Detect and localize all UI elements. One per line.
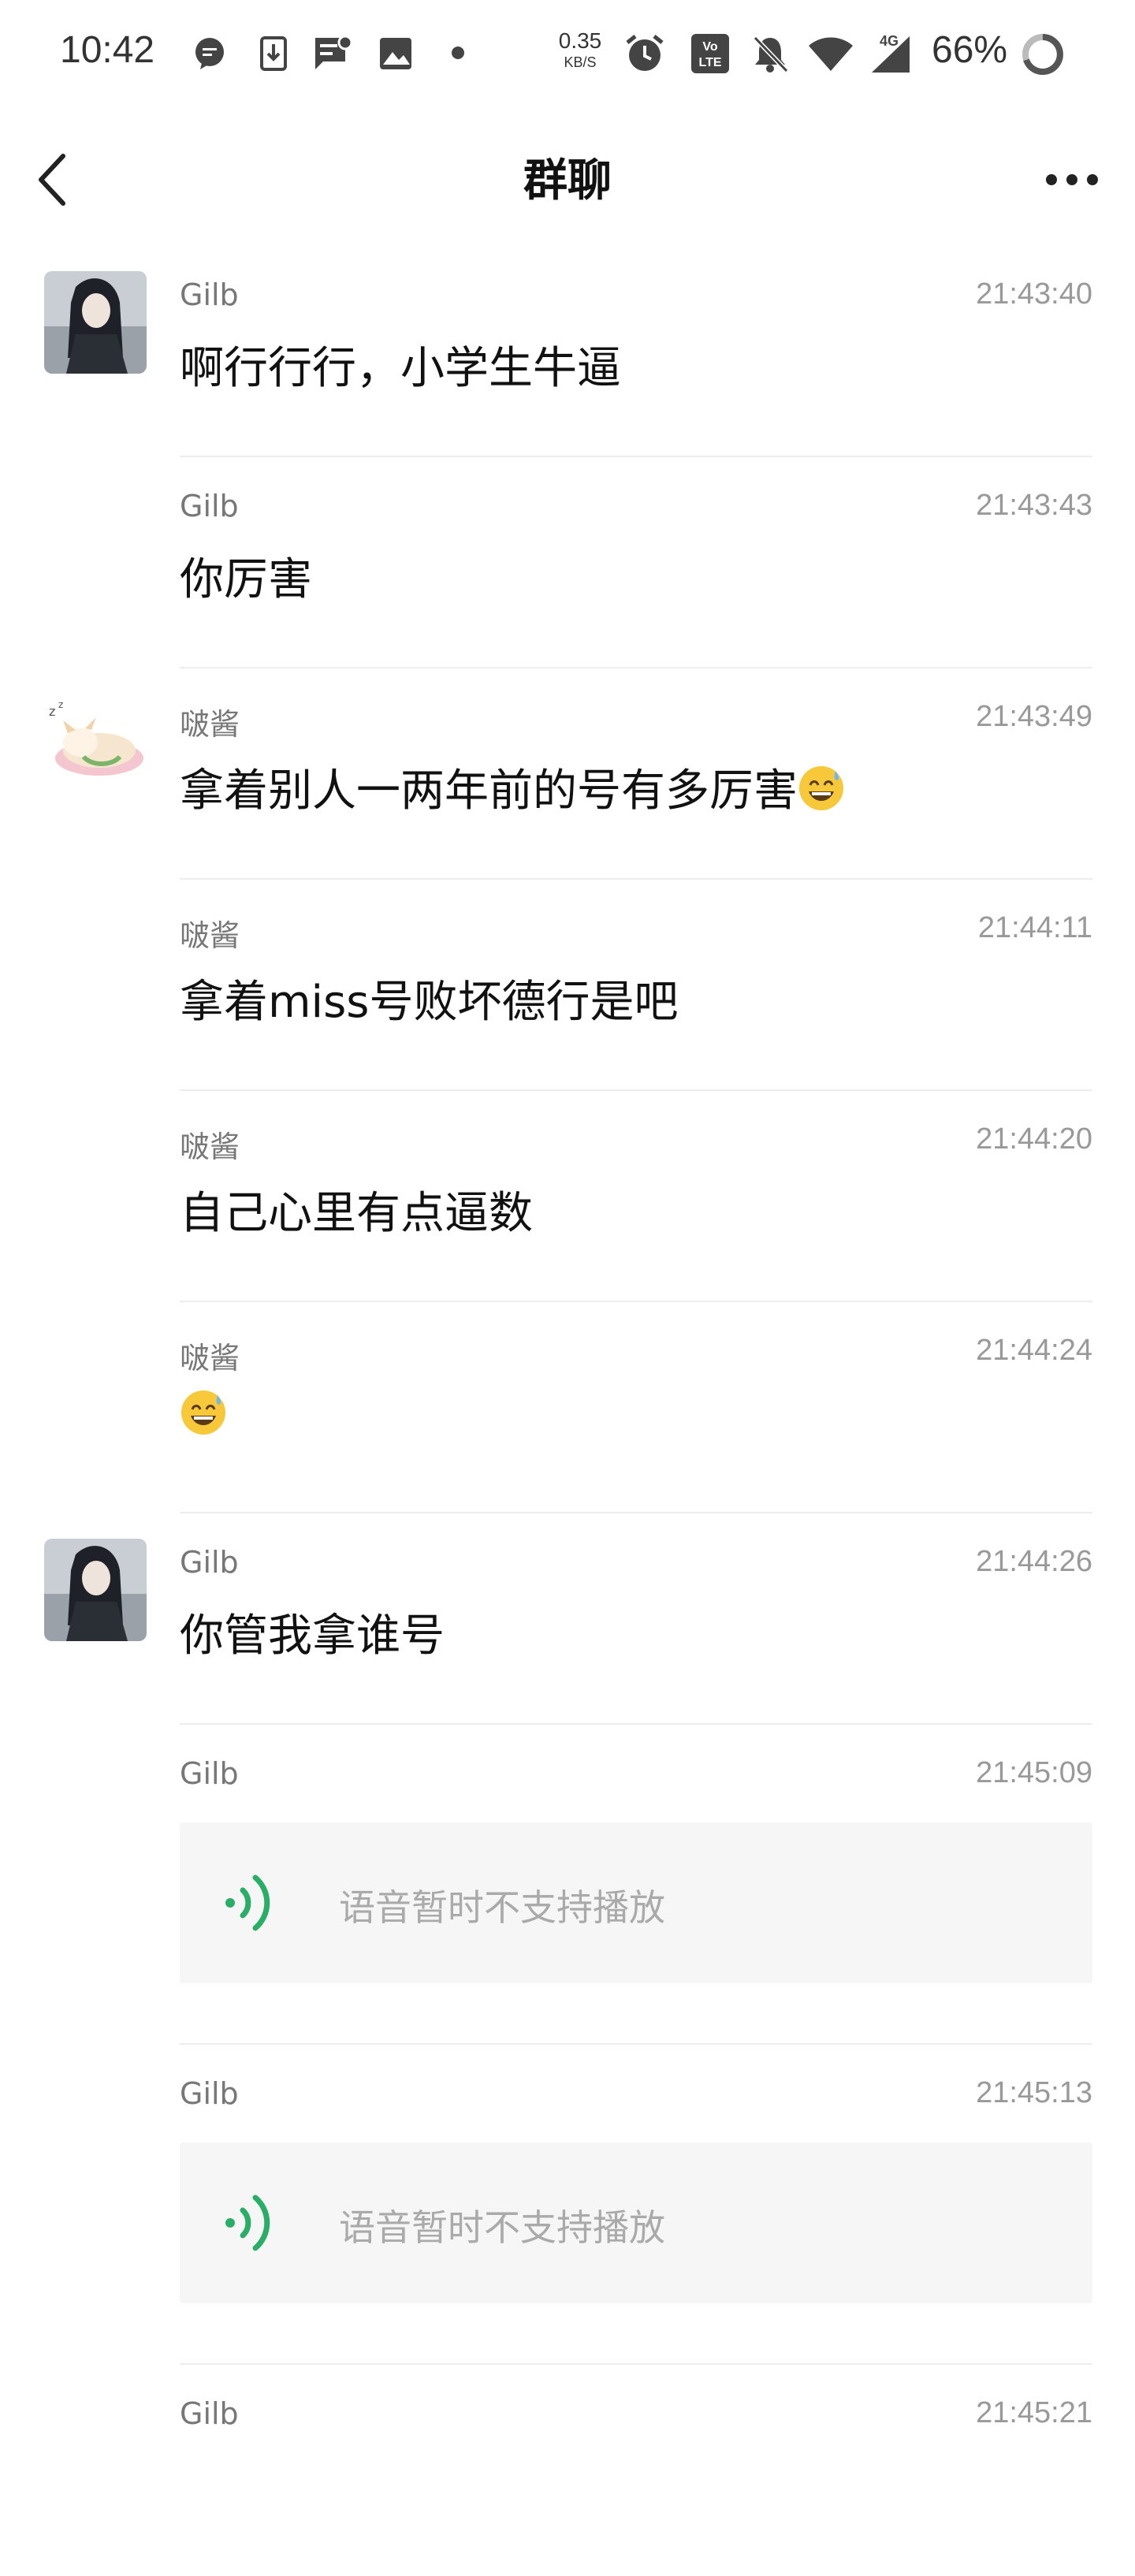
voice-unsupported-text: 语音暂时不支持播放 (339, 2206, 665, 2249)
status-bar: 10:42 0.35 KB/S Vo LTE 4G 66% (0, 0, 1135, 107)
net-speed: 0.35 KB/S (558, 28, 602, 70)
message-time: 21:43:43 (976, 489, 1092, 522)
list-item: 啵酱 21:44:11 拿着miss号败坏德行是吧 (0, 880, 1135, 1091)
message-time: 21:44:24 (976, 1334, 1092, 1367)
message-sender: Gilb (180, 1756, 239, 1791)
battery-ring-icon (1022, 34, 1063, 75)
avatar[interactable] (44, 271, 147, 374)
list-item: 啵酱 21:44:24 (0, 1302, 1135, 1513)
list-item: Gilb 21:43:40 啊行行行，小学生牛逼 (0, 246, 1135, 457)
list-item: Gilb 21:45:09 语音暂时不支持播放 (0, 1725, 1135, 2045)
alarm-icon (626, 35, 664, 71)
signal-icon: 4G (872, 33, 910, 73)
message-notification-icon (315, 35, 353, 69)
message-time: 21:44:26 (976, 1545, 1092, 1578)
download-icon (260, 36, 287, 71)
battery-percentage: 66% (932, 29, 1008, 71)
message-sender: 啵酱 (180, 707, 240, 742)
list-item: z z 啵酱 21:43:49 拿着别人一两年前的号有多厉害 (0, 668, 1135, 880)
message-text: 你厉害 (180, 554, 312, 605)
dot-icon (452, 47, 464, 59)
message-sender: Gilb (180, 277, 239, 312)
list-item: 啵酱 21:44:20 自己心里有点逼数 (0, 1091, 1135, 1302)
sweat-smile-emoji-icon (181, 1390, 225, 1435)
svg-text:LTE: LTE (698, 56, 721, 69)
voice-wave-icon (225, 2194, 270, 2251)
svg-text:z: z (49, 704, 55, 719)
svg-text:Vo: Vo (702, 40, 717, 54)
page-title: 群聊 (523, 155, 612, 207)
message-time: 21:45:13 (976, 2076, 1092, 2109)
avatar[interactable]: z z (44, 694, 147, 796)
message-time: 21:44:20 (976, 1122, 1092, 1156)
message-text: 你管我拿谁号 (180, 1610, 445, 1662)
message-sender: Gilb (180, 2396, 239, 2431)
message-time: 21:44:11 (977, 911, 1092, 944)
message-sender: Gilb (180, 2076, 239, 2111)
sweat-smile-emoji-icon (799, 766, 843, 810)
voice-message[interactable]: 语音暂时不支持播放 (180, 2142, 1092, 2303)
message-time: 21:45:21 (976, 2396, 1092, 2429)
bell-off-icon (753, 35, 789, 73)
list-item: Gilb 21:45:13 语音暂时不支持播放 (0, 2045, 1135, 2365)
title-bar: 群聊 (0, 107, 1135, 246)
message-text: 拿着miss号败坏德行是吧 (180, 977, 679, 1028)
message-time: 21:45:09 (976, 1756, 1092, 1789)
message-text: 啊行行行，小学生牛逼 (180, 343, 621, 394)
wifi-icon (809, 37, 853, 71)
svg-text:z: z (58, 699, 63, 710)
chat-bubble-icon (195, 38, 224, 69)
image-icon (380, 38, 411, 69)
message-time: 21:43:40 (976, 277, 1092, 311)
voice-unsupported-text: 语音暂时不支持播放 (339, 1886, 665, 1929)
message-time: 21:43:49 (976, 700, 1092, 733)
message-text (180, 1389, 227, 1441)
message-sender: 啵酱 (180, 1130, 240, 1164)
message-sender: 啵酱 (180, 918, 240, 953)
list-item: Gilb 21:44:26 你管我拿谁号 (0, 1513, 1135, 1725)
message-sender: 啵酱 (180, 1341, 240, 1375)
voice-wave-icon (225, 1874, 270, 1931)
more-dots-icon[interactable] (1040, 156, 1103, 203)
list-item: Gilb 21:43:43 你厉害 (0, 457, 1135, 668)
svg-text:4G: 4G (880, 33, 899, 49)
message-list[interactable]: Gilb 21:43:40 啊行行行，小学生牛逼 Gilb 21:43:43 你… (0, 246, 1135, 2576)
list-item: Gilb 21:45:21 (0, 2365, 1135, 2576)
message-text: 拿着别人一两年前的号有多厉害 (180, 755, 845, 819)
status-time: 10:42 (60, 29, 155, 71)
message-sender: Gilb (180, 1545, 239, 1580)
volte-icon: Vo LTE (691, 34, 729, 73)
message-text: 自己心里有点逼数 (180, 1188, 533, 1239)
message-sender: Gilb (180, 489, 239, 523)
voice-message[interactable]: 语音暂时不支持播放 (180, 1822, 1092, 1983)
avatar[interactable] (44, 1539, 147, 1641)
